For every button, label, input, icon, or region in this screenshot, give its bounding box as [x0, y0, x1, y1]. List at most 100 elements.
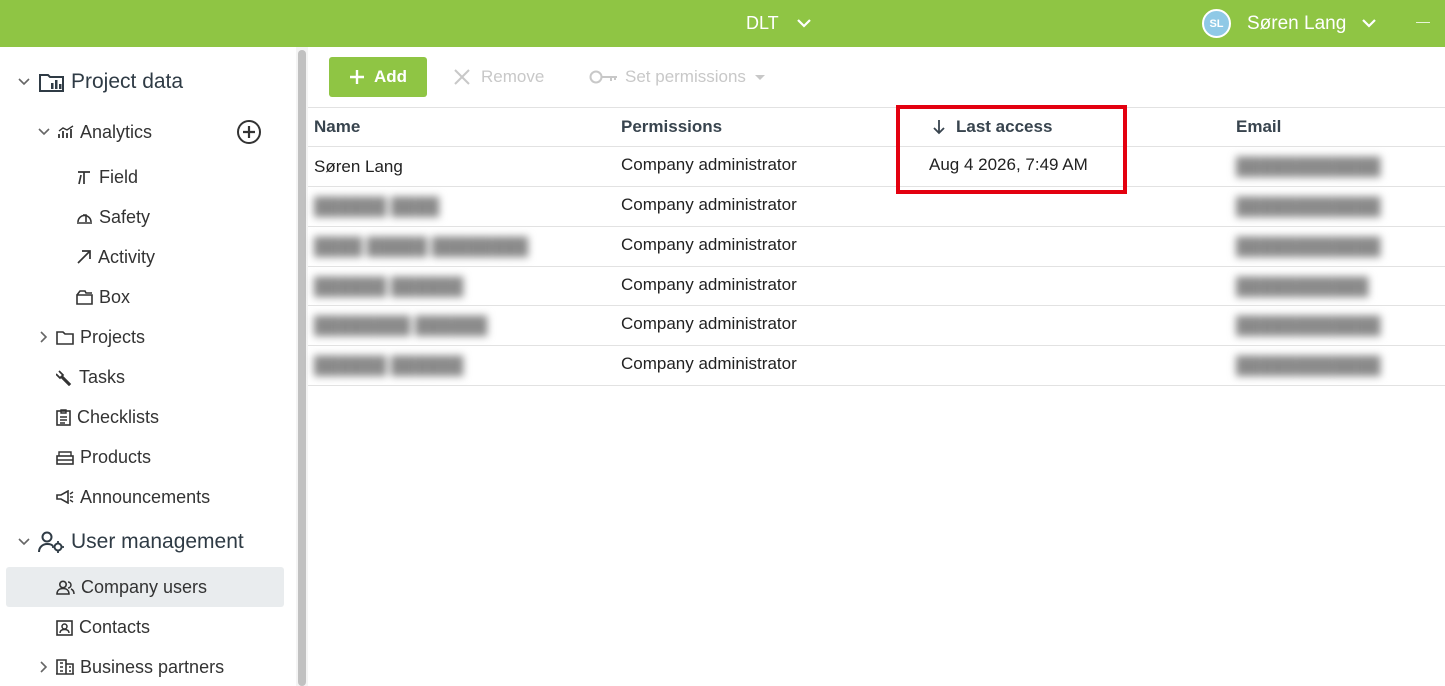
highlight-box	[896, 105, 1127, 194]
cell-email: ████████████	[1236, 157, 1381, 176]
sidebar-item-products[interactable]: Products	[56, 445, 151, 469]
remove-button[interactable]: Remove	[453, 57, 544, 97]
top-bar: DLT SL Søren Lang	[0, 0, 1445, 47]
cell-permissions: Company administrator	[621, 235, 797, 254]
org-selector[interactable]: DLT	[746, 0, 811, 47]
cell-email: ████████████	[1236, 316, 1381, 335]
sidebar-item-label: Analytics	[80, 121, 153, 142]
key-icon	[589, 70, 617, 84]
sidebar-item-label: Announcements	[80, 486, 211, 507]
sidebar-item-tasks[interactable]: Tasks	[56, 365, 125, 389]
add-button-label: Add	[373, 67, 408, 86]
folder-icon	[56, 330, 74, 345]
set-permissions-label: Set permissions	[625, 67, 746, 86]
analytics-icon	[58, 125, 74, 139]
products-icon	[56, 450, 74, 465]
cell-email: ████████████	[1236, 237, 1381, 256]
chevron-down-icon[interactable]	[16, 74, 32, 90]
cell-email: ████████████	[1236, 356, 1381, 375]
clipboard-icon	[56, 408, 71, 426]
cell-name: Søren Lang	[314, 157, 403, 176]
org-name: DLT	[746, 13, 779, 33]
sidebar-item-label: Business partners	[80, 656, 225, 677]
user-gear-icon	[38, 531, 65, 553]
contact-card-icon	[56, 619, 73, 636]
cell-permissions: Company administrator	[621, 155, 797, 174]
user-name: Søren Lang	[1247, 12, 1347, 34]
sidebar-item-label: Field	[99, 166, 139, 187]
sidebar-item-announcements[interactable]: Announcements	[56, 485, 210, 509]
sidebar-item-label: Contacts	[79, 616, 151, 637]
table-divider	[308, 266, 1445, 267]
chevron-right-icon[interactable]	[36, 329, 52, 345]
column-header-permissions[interactable]: Permissions	[621, 117, 722, 137]
sidebar-item-label: Products	[80, 446, 152, 467]
chevron-right-icon[interactable]	[36, 659, 52, 675]
chevron-down-icon[interactable]	[16, 534, 32, 550]
caret-down-icon	[754, 75, 765, 80]
column-header-email[interactable]: Email	[1236, 117, 1281, 137]
toolbar: Add Remove Set permissions	[308, 47, 1445, 107]
sidebar-item-contacts[interactable]: Contacts	[56, 615, 150, 639]
table-divider	[308, 226, 1445, 227]
user-menu[interactable]: SL Søren Lang	[1202, 0, 1377, 47]
chevron-down-icon[interactable]	[36, 124, 52, 140]
sidebar-section-label: User management	[71, 530, 244, 553]
table-divider	[308, 305, 1445, 306]
sidebar-item-label: Activity	[98, 246, 156, 267]
table-divider	[308, 186, 1445, 187]
sidebar-item-label: Checklists	[77, 406, 160, 427]
column-header-name[interactable]: Name	[314, 117, 360, 137]
open-box-icon	[76, 289, 93, 305]
cell-name: ████ █████ ████████	[314, 237, 529, 256]
megaphone-icon	[56, 490, 74, 504]
project-folder-icon	[38, 71, 65, 93]
cell-name: ██████ ████	[314, 197, 440, 216]
cell-email: ███████████	[1236, 277, 1369, 296]
sidebar-section-user-management[interactable]: User management	[18, 530, 244, 554]
sidebar-item-label: Tasks	[79, 366, 126, 387]
sidebar-item-label: Safety	[99, 206, 151, 227]
hard-hat-icon	[76, 210, 93, 225]
table-divider	[308, 385, 1445, 386]
minimize-icon[interactable]	[1416, 22, 1430, 23]
cell-permissions: Company administrator	[621, 195, 797, 214]
building-icon	[56, 659, 74, 675]
close-icon	[454, 69, 470, 85]
sidebar-scrollbar-thumb[interactable]	[298, 50, 306, 686]
tripod-icon	[76, 169, 93, 186]
avatar: SL	[1202, 9, 1231, 38]
sidebar-item-box[interactable]: Box	[76, 285, 130, 309]
sidebar-item-label: Box	[99, 286, 131, 307]
sidebar-item-label: Projects	[80, 326, 146, 347]
sidebar-item-checklists[interactable]: Checklists	[56, 405, 159, 429]
sidebar-item-label: Company users	[81, 576, 208, 597]
cell-name: ██████ ██████	[314, 356, 464, 375]
sidebar-item-activity[interactable]: Activity	[76, 245, 155, 269]
sidebar-item-field[interactable]: Field	[76, 165, 138, 189]
cell-permissions: Company administrator	[621, 314, 797, 333]
cell-permissions: Company administrator	[621, 275, 797, 294]
sidebar-item-company-users[interactable]: Company users	[56, 575, 207, 599]
table-divider	[308, 146, 1445, 147]
cell-name: ████████ ██████	[314, 316, 488, 335]
plus-icon	[349, 70, 364, 84]
sidebar-section-project-data[interactable]: Project data	[18, 70, 184, 94]
remove-button-label: Remove	[481, 67, 545, 86]
sidebar-item-business-partners[interactable]: Business partners	[40, 655, 225, 679]
arrow-up-right-icon	[76, 249, 92, 265]
cell-email: ████████████	[1236, 197, 1381, 216]
chevron-down-icon	[796, 19, 811, 28]
add-circle-icon[interactable]	[236, 119, 262, 145]
add-button[interactable]: Add	[329, 57, 427, 97]
sidebar-item-analytics[interactable]: Analytics	[38, 120, 153, 144]
users-icon	[56, 579, 75, 595]
set-permissions-button[interactable]: Set permissions	[589, 57, 768, 97]
sidebar-section-label: Project data	[71, 70, 184, 93]
cell-permissions: Company administrator	[621, 354, 797, 373]
wrench-icon	[56, 369, 73, 386]
sidebar-item-safety[interactable]: Safety	[76, 205, 150, 229]
cell-name: ██████ ██████	[314, 277, 464, 296]
sidebar-item-projects[interactable]: Projects	[40, 325, 146, 349]
table-divider	[308, 107, 1445, 108]
